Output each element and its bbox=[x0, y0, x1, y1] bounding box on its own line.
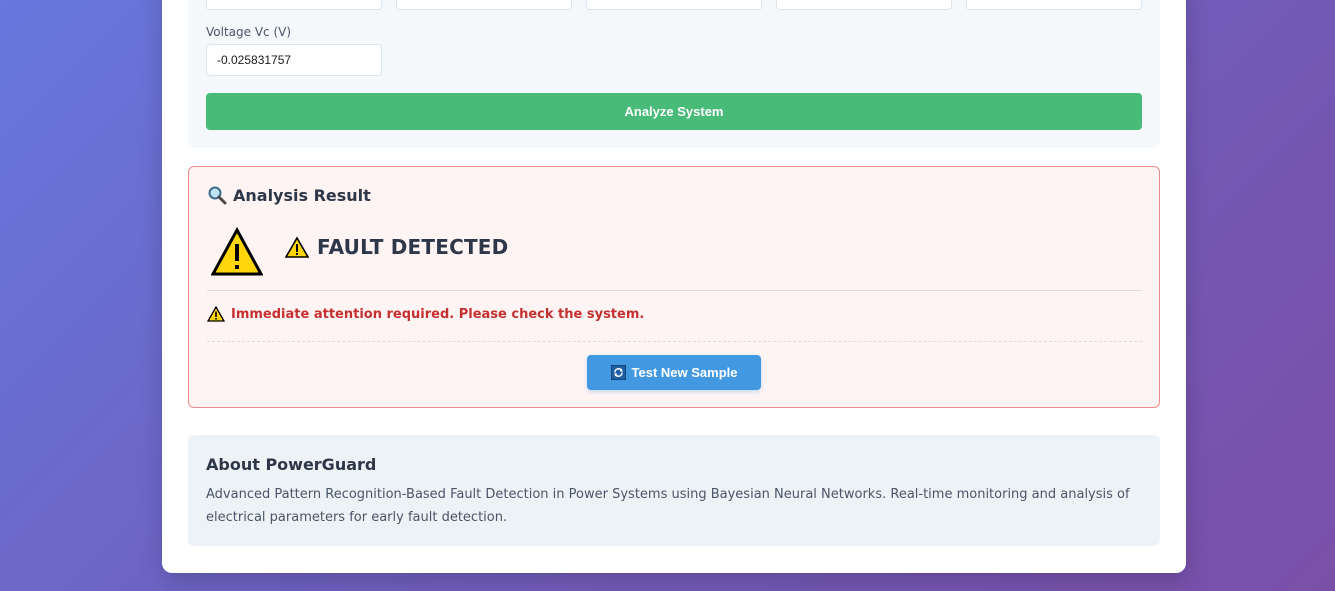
result-heading: Analysis Result bbox=[207, 185, 371, 205]
magnifying-glass-icon bbox=[208, 186, 227, 205]
input-field-stub[interactable] bbox=[396, 0, 572, 10]
input-field-stub[interactable] bbox=[586, 0, 762, 10]
about-description: Advanced Pattern Recognition-Based Fault… bbox=[206, 487, 1130, 525]
analysis-result-panel: Analysis Result FAULT DETECTED Immediate… bbox=[188, 166, 1160, 408]
input-field-stub[interactable] bbox=[206, 0, 382, 10]
input-field-stub[interactable] bbox=[966, 0, 1142, 10]
fault-status: FAULT DETECTED bbox=[285, 235, 508, 259]
voltage-vc-label: Voltage Vc (V) bbox=[206, 25, 292, 39]
warning-triangle-icon bbox=[211, 227, 263, 276]
test-new-sample-button[interactable]: Test New Sample bbox=[587, 355, 761, 390]
input-form: Voltage Vc (V) -0.025831757 Analyze Syst… bbox=[188, 0, 1160, 148]
warning-icon bbox=[285, 236, 309, 258]
divider bbox=[207, 290, 1142, 291]
result-title: Analysis Result bbox=[233, 185, 371, 205]
about-section: About PowerGuard Advanced Pattern Recogn… bbox=[188, 435, 1160, 546]
main-card: Voltage Vc (V) -0.025831757 Analyze Syst… bbox=[162, 0, 1186, 573]
refresh-icon bbox=[610, 365, 626, 380]
fault-status-text: FAULT DETECTED bbox=[317, 235, 509, 259]
voltage-vc-input[interactable]: -0.025831757 bbox=[206, 44, 382, 76]
test-new-sample-label: Test New Sample bbox=[631, 365, 738, 380]
warning-icon bbox=[207, 306, 225, 322]
analyze-system-button[interactable]: Analyze System bbox=[206, 93, 1142, 130]
divider bbox=[207, 341, 1142, 342]
input-field-stub[interactable] bbox=[776, 0, 952, 10]
attention-message: Immediate attention required. Please che… bbox=[207, 306, 644, 322]
attention-text: Immediate attention required. Please che… bbox=[231, 306, 645, 322]
about-title: About PowerGuard bbox=[206, 455, 377, 474]
